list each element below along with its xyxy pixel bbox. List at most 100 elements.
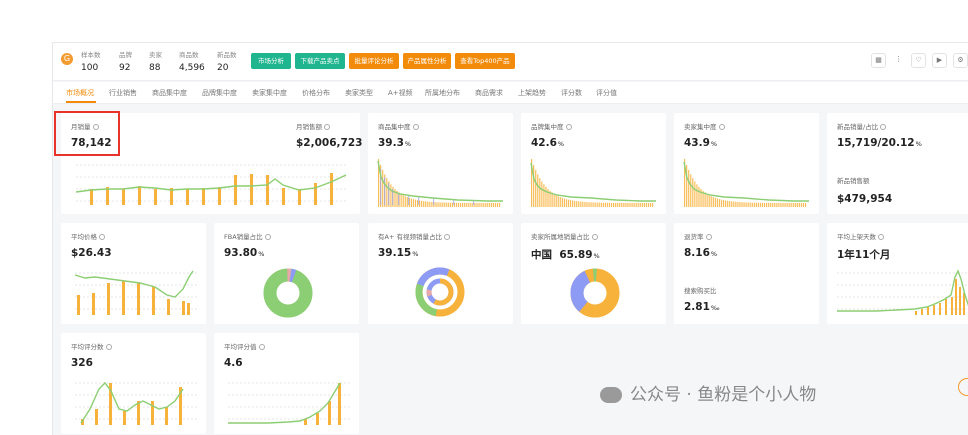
settings-icon[interactable]: ⚙	[953, 53, 968, 68]
info-icon	[105, 344, 112, 350]
tail-bar	[714, 197, 716, 207]
tail-bar	[494, 202, 497, 207]
tail-bar	[696, 184, 698, 207]
tail-bar	[443, 202, 445, 207]
tail-bar	[445, 202, 447, 207]
play-icon[interactable]: ▶	[932, 53, 947, 68]
stat-new-products: 新品数 20	[217, 49, 237, 73]
tail-bar	[778, 202, 780, 207]
brand-concentration-chart	[530, 159, 656, 207]
tail-bar	[774, 202, 776, 207]
tab-product-concentration[interactable]: 商品集中度	[152, 88, 187, 98]
tail-bar	[747, 202, 749, 207]
review-count-chart	[75, 381, 197, 425]
tail-bar	[535, 169, 537, 207]
origin-share-value: 中国 65.89%	[531, 249, 600, 261]
tail-bar	[600, 202, 602, 207]
tail-bar	[416, 200, 419, 207]
tab-seller-concentration[interactable]: 卖家集中度	[252, 88, 287, 98]
tail-bar	[727, 200, 729, 207]
tab-market-overview[interactable]: 市场概况	[66, 88, 94, 98]
seller-concentration-chart	[683, 159, 809, 207]
market-overview-panel: G 样本数 100 品牌 92 卖家 88 商品数 4,596 新品数 20 市…	[52, 42, 968, 435]
tail-bar	[608, 202, 611, 207]
tab-seller-type[interactable]: 卖家类型	[345, 88, 373, 98]
tail-bar	[484, 202, 486, 207]
listing-trend-chart	[837, 269, 968, 315]
download-selling-points-button[interactable]: 下载产品卖点	[295, 53, 345, 69]
tail-bar	[460, 202, 462, 207]
fba-card: FBA销量占比 93.80%	[214, 223, 359, 324]
product-concentration-value: 39.3%	[378, 137, 412, 149]
info-icon	[718, 124, 725, 130]
tail-bar	[745, 202, 747, 207]
fba-share-label: FBA销量占比	[224, 231, 271, 241]
brand-concentration-value: 42.6%	[531, 137, 565, 149]
tail-bar	[404, 196, 406, 207]
new-products-revenue-value: $479,954	[837, 193, 893, 205]
tail-bar	[545, 186, 547, 207]
tail-bar	[537, 174, 539, 207]
tail-bar	[759, 202, 762, 207]
return-rate-value: 8.16%	[684, 247, 718, 259]
tail-bar	[555, 195, 557, 207]
tail-bar	[451, 202, 453, 207]
active-tab-indicator	[66, 101, 96, 103]
tail-bar	[449, 202, 451, 207]
tail-bar	[649, 202, 652, 207]
tail-bar	[633, 202, 635, 207]
avg-reviews-label: 平均评分数	[71, 341, 112, 351]
fba-share-value: 93.80%	[224, 247, 265, 259]
info-icon	[412, 124, 419, 130]
tail-bar	[539, 178, 541, 207]
tail-bar	[708, 195, 710, 207]
tab-industry-sales[interactable]: 行业销售	[109, 88, 137, 98]
aplus-share-value: 39.15%	[378, 247, 419, 259]
tail-bar	[437, 202, 439, 207]
tail-bar	[559, 197, 561, 207]
tab-origin-distribution[interactable]: 所属地分布	[425, 88, 460, 98]
stat-label: 商品数	[179, 51, 199, 59]
monthly-revenue-label: 月销售额	[296, 121, 330, 131]
product-concentration-card: 商品集中度 39.3%	[368, 113, 513, 214]
seller-concentration-card: 卖家集中度 43.9%	[674, 113, 819, 214]
wechat-icon	[600, 387, 622, 403]
grid-icon[interactable]: ▦	[871, 53, 886, 68]
tail-bar	[594, 202, 596, 207]
tail-bar	[772, 202, 774, 207]
batch-review-analysis-button[interactable]: 批量评论分析	[349, 53, 399, 69]
tab-product-demand[interactable]: 商品需求	[475, 88, 503, 98]
tail-bar	[421, 200, 423, 207]
view-top400-button[interactable]: 查看Top400产品	[455, 53, 515, 69]
market-analysis-button[interactable]: 市场分析	[251, 53, 291, 69]
tab-rating-value[interactable]: 评分值	[596, 88, 617, 98]
top-bar: G 样本数 100 品牌 92 卖家 88 商品数 4,596 新品数 20 市…	[53, 43, 968, 81]
more-icon[interactable]: ⋮	[891, 53, 906, 68]
tail-bar	[621, 202, 623, 207]
tail-bar	[741, 202, 743, 207]
tail-bar	[637, 202, 639, 207]
tail-bar	[551, 192, 553, 207]
seller-concentration-label: 卖家集中度	[684, 121, 725, 131]
stat-value: 92	[119, 63, 131, 73]
highlight-box	[54, 111, 120, 156]
tail-bar	[725, 200, 727, 207]
tab-review-count[interactable]: 评分数	[561, 88, 582, 98]
info-icon	[443, 234, 450, 240]
tab-listing-trend[interactable]: 上架趋势	[518, 88, 546, 98]
tail-bar	[635, 202, 637, 207]
attribute-analysis-button[interactable]: 产品属性分析	[403, 53, 451, 69]
stat-value: 88	[149, 63, 161, 73]
tab-aplus-video[interactable]: A+视频	[388, 88, 413, 98]
aplus-donut-chart	[415, 267, 465, 317]
tail-bar	[464, 202, 466, 207]
tab-price-distribution[interactable]: 价格分布	[302, 88, 330, 98]
brand-concentration-card: 品牌集中度 42.6%	[521, 113, 666, 214]
tail-bar	[768, 202, 770, 207]
avg-rating-card: 平均评分值 4.6	[214, 333, 359, 434]
new-products-sales-label: 新品销量/占比	[837, 121, 887, 131]
tab-brand-concentration[interactable]: 品牌集中度	[202, 88, 237, 98]
heart-icon[interactable]: ♡	[911, 53, 926, 68]
info-icon	[705, 234, 712, 240]
info-icon	[565, 124, 572, 130]
